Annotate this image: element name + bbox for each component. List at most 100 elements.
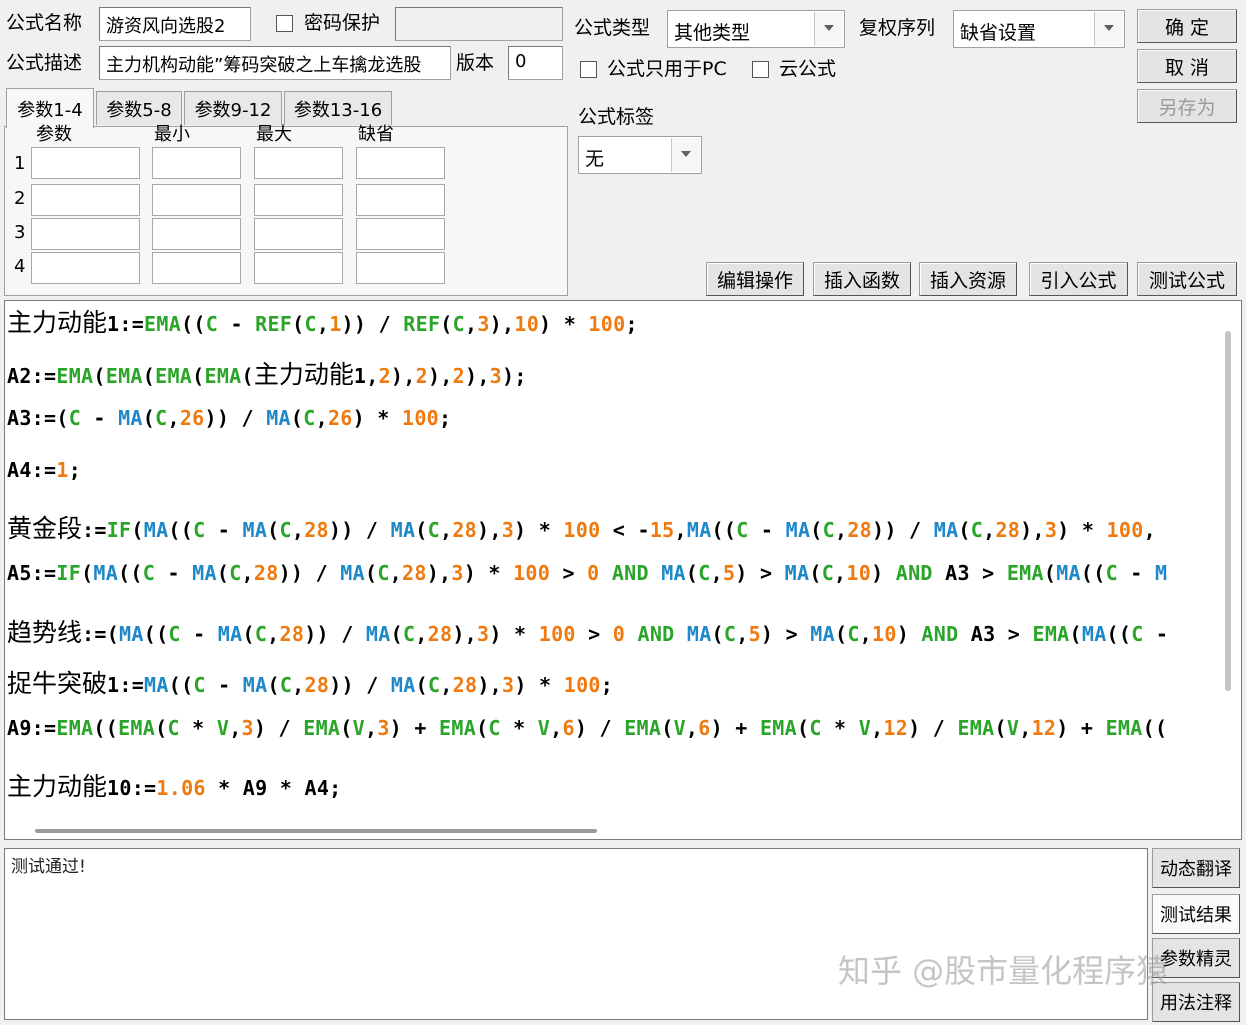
param-min-input[interactable] (152, 147, 241, 179)
version-input[interactable]: 0 (508, 46, 563, 80)
code-token: , (859, 621, 873, 646)
chevron-down-icon[interactable] (1094, 12, 1123, 46)
code-token: :=( (82, 621, 120, 646)
code-token: 黄金段 (7, 514, 83, 544)
test-output-panel: 测试通过! (4, 848, 1148, 1020)
code-token: (( (1080, 561, 1106, 585)
code-token: 100 (588, 312, 626, 336)
param-min-input[interactable] (152, 184, 241, 216)
dynamic-translate-button[interactable]: 动态翻译 (1152, 848, 1240, 888)
password-checkbox[interactable] (276, 15, 293, 32)
code-token: C (822, 518, 835, 543)
code-line[interactable]: A9:=EMA((EMA(C * V,3) / EMA(V,3) + EMA(C… (7, 716, 1167, 740)
param-name-input[interactable] (31, 252, 140, 284)
code-line[interactable]: 趋势线:=(MA((C - MA(C,28)) / MA(C,28),3) * … (7, 613, 1168, 649)
code-token: , (292, 673, 305, 698)
code-token: 28 (402, 561, 427, 585)
edit-operations-button[interactable]: 编辑操作 (706, 262, 804, 296)
param-name-input[interactable] (31, 184, 140, 216)
code-line[interactable]: A4:=1; (7, 458, 81, 482)
chevron-down-icon[interactable] (671, 138, 700, 172)
formula-type-select[interactable]: 其他类型 (667, 10, 845, 48)
code-line[interactable]: 主力动能10:=1.06 * A9 * A4; (7, 767, 342, 803)
param-name-input[interactable] (31, 147, 140, 179)
formula-tag-select[interactable]: 无 (578, 136, 702, 174)
code-token: MA (217, 621, 243, 646)
horizontal-scrollbar[interactable] (35, 829, 597, 833)
param-max-input[interactable] (254, 147, 343, 179)
code-token: 3 (451, 561, 464, 585)
param-max-input[interactable] (254, 218, 343, 250)
tab-params-9-12[interactable]: 参数9-12 (184, 91, 282, 125)
rights-seq-select[interactable]: 缺省设置 (953, 10, 1125, 48)
param-min-input[interactable] (152, 252, 241, 284)
code-token: 28 (847, 518, 873, 543)
code-token: ), (390, 363, 416, 388)
code-line[interactable]: A3:=(C - MA(C,26)) / MA(C,26) * 100; (7, 406, 451, 430)
code-token: AND (599, 561, 662, 585)
code-token: ), (477, 518, 502, 543)
code-token: ( (93, 363, 106, 388)
code-token: C (193, 518, 206, 543)
code-token: C (142, 561, 156, 585)
vertical-scrollbar[interactable] (1225, 331, 1231, 691)
code-token: * (821, 715, 859, 740)
code-line[interactable]: A5:=IF(MA((C - MA(C,28)) / MA(C,28),3) *… (7, 561, 1167, 585)
test-result-button[interactable]: 测试结果 (1152, 894, 1240, 934)
chevron-down-icon[interactable] (814, 12, 843, 46)
code-token: )) / (329, 673, 391, 698)
tab-params-1-4[interactable]: 参数1-4 (6, 88, 94, 128)
code-token: , (315, 406, 328, 431)
code-token: - (1117, 561, 1155, 585)
code-token: )) / (278, 561, 341, 585)
code-line[interactable]: 黄金段:=IF(MA((C - MA(C,28)) / MA(C,28),3) … (7, 509, 1156, 545)
code-token: , (389, 561, 402, 585)
param-default-input[interactable] (356, 252, 445, 284)
code-token: ) + (1056, 715, 1106, 740)
code-token: * (179, 715, 217, 740)
code-line[interactable]: 捉牛突破1:=MA((C - MA(C,28)) / MA(C,28),3) *… (7, 664, 613, 700)
formula-desc-input[interactable]: 主力机构动能”筹码突破之上车擒龙选股 (99, 46, 451, 80)
code-token: (( (1142, 715, 1168, 740)
tab-params-13-16[interactable]: 参数13-16 (284, 91, 392, 125)
param-default-input[interactable] (356, 147, 445, 179)
code-token: (( (118, 561, 143, 585)
code-token: IF (56, 561, 82, 585)
param-default-input[interactable] (356, 218, 445, 250)
password-input[interactable] (395, 7, 563, 41)
insert-function-button[interactable]: 插入函数 (813, 262, 911, 296)
insert-resource-button[interactable]: 插入资源 (919, 262, 1017, 296)
formula-name-input[interactable]: 游资风向选股2 (99, 7, 251, 41)
param-min-input[interactable] (152, 218, 241, 250)
code-line[interactable]: A2:=EMA(EMA(EMA(EMA(主力动能1,2),2),2),3); (7, 355, 527, 391)
code-token: 3 (489, 363, 503, 388)
code-token: EMA (155, 363, 193, 388)
code-token: ( (711, 621, 724, 646)
ok-button[interactable]: 确 定 (1137, 9, 1237, 43)
test-formula-button[interactable]: 测试公式 (1137, 262, 1237, 296)
code-editor[interactable]: 主力动能1:=EMA((C - REF(C,1)) / REF(C,3),10)… (4, 300, 1242, 840)
import-formula-button[interactable]: 引入公式 (1029, 262, 1128, 296)
param-default-input[interactable] (356, 184, 445, 216)
code-line[interactable]: 主力动能1:=EMA((C - REF(C,1)) / REF(C,3),10)… (7, 303, 638, 339)
code-token: 0 (612, 621, 626, 646)
code-token: , (464, 312, 478, 336)
param-name-input[interactable] (31, 218, 140, 250)
code-token: 0 (587, 561, 600, 585)
code-token: - (180, 621, 218, 646)
code-token: ), (464, 363, 490, 388)
save-as-button[interactable]: 另存为 (1137, 89, 1237, 123)
code-token: 1:= (107, 312, 145, 336)
param-max-input[interactable] (254, 252, 343, 284)
param-max-input[interactable] (254, 184, 343, 216)
cancel-button[interactable]: 取 消 (1137, 49, 1237, 83)
cloud-formula-checkbox[interactable] (752, 61, 769, 78)
code-token: MA (242, 673, 268, 698)
code-token: ( (142, 406, 156, 431)
code-token: 100 (563, 518, 601, 543)
code-token: EMA (1032, 621, 1070, 646)
code-token: C (821, 561, 835, 585)
formula-tag-value: 无 (585, 148, 605, 170)
tab-params-5-8[interactable]: 参数5-8 (96, 91, 182, 125)
pc-only-checkbox[interactable] (580, 61, 597, 78)
